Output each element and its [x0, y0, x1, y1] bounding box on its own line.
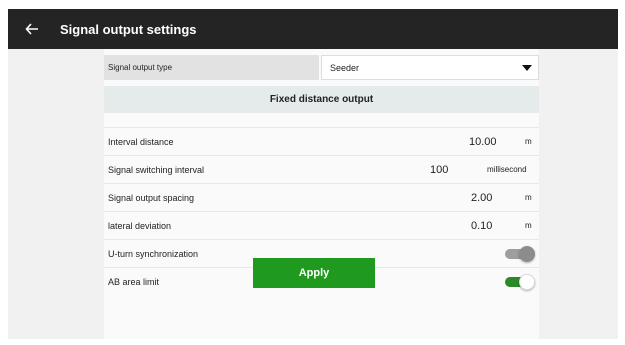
signal-output-type-label: Signal output type — [104, 55, 319, 80]
row-signal-output-spacing: Signal output spacing 2.00 m — [104, 183, 539, 211]
signal-output-spacing-label: Signal output spacing — [108, 192, 195, 203]
signal-output-type-select[interactable]: Seeder — [321, 55, 539, 80]
toggle-thumb — [519, 245, 535, 262]
row-signal-switching-interval: Signal switching interval 100 millisecon… — [104, 155, 539, 183]
ab-area-limit-toggle[interactable] — [505, 273, 535, 290]
signal-output-type-value: Seeder — [330, 62, 360, 73]
interval-distance-value[interactable]: 10.00 — [469, 136, 497, 148]
settings-panel: Signal output type Seeder Fixed distance… — [8, 49, 618, 339]
signal-output-spacing-value[interactable]: 2.00 — [471, 192, 492, 204]
app-bar: Signal output settings — [8, 9, 618, 49]
signal-output-type-row: Signal output type Seeder — [104, 55, 539, 80]
row-interval-distance: Interval distance 10.00 m — [104, 127, 539, 155]
apply-button[interactable]: Apply — [253, 258, 375, 288]
back-button[interactable] — [22, 19, 42, 39]
u-turn-synchronization-toggle[interactable] — [505, 245, 535, 262]
caret-down-icon — [522, 64, 532, 71]
u-turn-synchronization-label: U-turn synchronization — [108, 248, 199, 259]
ab-area-limit-label: AB area limit — [108, 276, 160, 287]
signal-switching-interval-unit: millisecond — [487, 165, 527, 174]
lateral-deviation-label: lateral deviation — [108, 220, 172, 231]
interval-distance-label: Interval distance — [108, 136, 174, 147]
signal-switching-interval-value[interactable]: 100 — [430, 164, 448, 176]
interval-distance-unit: m — [525, 137, 532, 146]
lateral-deviation-unit: m — [525, 221, 532, 230]
toggle-thumb — [519, 273, 535, 290]
settings-content: Signal output type Seeder Fixed distance… — [104, 49, 539, 339]
signal-output-spacing-unit: m — [525, 193, 532, 202]
section-header-fixed-distance: Fixed distance output — [104, 86, 539, 113]
row-lateral-deviation: lateral deviation 0.10 m — [104, 211, 539, 239]
signal-switching-interval-label: Signal switching interval — [108, 164, 205, 175]
page-title: Signal output settings — [60, 21, 197, 37]
app-window: Signal output settings Signal output typ… — [0, 0, 625, 345]
lateral-deviation-value[interactable]: 0.10 — [471, 220, 492, 232]
back-arrow-icon — [25, 23, 38, 35]
